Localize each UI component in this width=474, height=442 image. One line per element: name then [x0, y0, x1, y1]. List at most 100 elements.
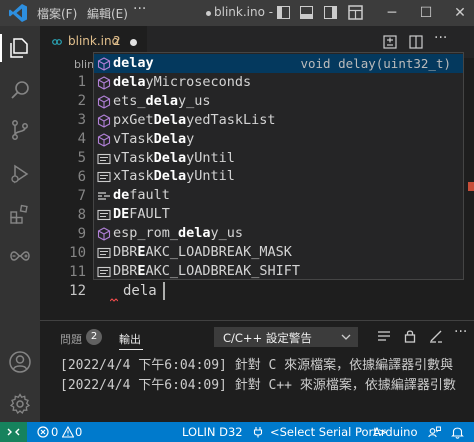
- text-keyword-icon: [97, 151, 111, 165]
- unsaved-dot-icon: [206, 11, 211, 16]
- suggestion-label: DBREAKC_LOADBREAK_MASK: [113, 244, 292, 260]
- suggestion-label: delayMicroseconds: [113, 73, 252, 90]
- suggestion-item[interactable]: default: [94, 186, 463, 205]
- account-icon[interactable]: [8, 350, 32, 374]
- method-cube-icon: [97, 56, 111, 71]
- compare-changes-icon[interactable]: [382, 34, 398, 50]
- editor-more-actions-button[interactable]: ···: [434, 30, 447, 46]
- line-number: 4: [77, 131, 86, 147]
- list-filter-icon[interactable]: [376, 328, 392, 344]
- remote-icon: [7, 428, 20, 436]
- problems-count-badge: 2: [86, 329, 102, 345]
- serial-port-selector[interactable]: <Select Serial Port>: [270, 425, 387, 439]
- feedback-icon[interactable]: [428, 426, 441, 438]
- line-number: 8: [77, 207, 86, 223]
- line-number: 11: [69, 264, 86, 280]
- active-indicator: [0, 34, 2, 62]
- line-number: 7: [77, 188, 86, 204]
- suggestion-label: DBREAKC_LOADBREAK_SHIFT: [113, 262, 300, 279]
- unsaved-changes-dot-icon[interactable]: [130, 39, 137, 46]
- text-keyword-icon: [97, 207, 111, 221]
- customize-layout-icon[interactable]: [348, 5, 363, 20]
- line-number: 6: [77, 169, 86, 185]
- method-cube-icon: [97, 226, 111, 241]
- output-channel-value: C/C++ 設定警告: [223, 331, 312, 345]
- text-keyword-icon: [97, 169, 111, 183]
- window-title: blink.ino -: [214, 5, 274, 19]
- code-current-line-text[interactable]: dela: [123, 283, 157, 299]
- method-cube-icon: [97, 94, 111, 109]
- error-icon[interactable]: [37, 426, 49, 438]
- chevron-down-icon: [341, 334, 351, 340]
- menu-more-button[interactable]: ···: [133, 1, 146, 17]
- suggestion-item[interactable]: DBREAKC_LOADBREAK_MASK: [94, 243, 463, 262]
- line-number: 2: [77, 93, 86, 109]
- window-close-button[interactable]: ✕: [450, 3, 470, 23]
- run-debug-icon[interactable]: [8, 162, 32, 186]
- explorer-files-icon[interactable]: [8, 36, 32, 60]
- warning-count[interactable]: 0: [75, 425, 82, 439]
- error-squiggle: [110, 298, 118, 302]
- suggestion-item[interactable]: delay void delay(uint32_t): [94, 54, 463, 73]
- error-count[interactable]: 0: [51, 425, 58, 439]
- title-bar: 檔案(F) 編輯(E) ··· blink.ino - ─ ☐ ✕: [0, 0, 474, 26]
- suggestion-item[interactable]: vTaskDelayUntil: [94, 149, 463, 168]
- menu-edit[interactable]: 編輯(E): [87, 5, 128, 22]
- arduino-icon[interactable]: [8, 244, 32, 268]
- text-keyword-icon: [97, 264, 111, 278]
- suggestion-label: ets_delay_us: [113, 92, 211, 109]
- output-channel-select[interactable]: C/C++ 設定警告: [214, 327, 358, 347]
- panel-tab-problems[interactable]: 問題: [60, 331, 82, 347]
- clear-output-icon[interactable]: [428, 328, 444, 344]
- vscode-logo-icon: [9, 4, 27, 22]
- suggestion-label: esp_rom_delay_us: [113, 225, 244, 242]
- suggestion-item[interactable]: esp_rom_delay_us: [94, 224, 463, 243]
- text-cursor: [163, 282, 165, 300]
- line-number: 1: [77, 74, 86, 90]
- lock-scroll-icon[interactable]: [402, 328, 418, 344]
- split-editor-icon[interactable]: [408, 34, 424, 50]
- suggestion-item[interactable]: delayMicroseconds: [94, 73, 463, 92]
- line-number: 3: [77, 112, 86, 128]
- line-number: 9: [77, 226, 86, 242]
- active-tab-underline: [119, 349, 143, 350]
- source-control-icon[interactable]: [8, 118, 32, 142]
- language-mode-selector[interactable]: Arduino: [373, 425, 418, 439]
- suggestion-label: vTaskDelay: [113, 130, 195, 147]
- status-bar: 0 0 LOLIN D32 <Select Serial Port> Ardui…: [0, 422, 474, 442]
- output-line: [2022/4/4 下午6:04:09] 針對 C 來源檔案，依據編譯器引數與: [60, 358, 454, 373]
- window-maximize-button[interactable]: ☐: [416, 3, 436, 23]
- remote-indicator-button[interactable]: [0, 422, 27, 442]
- keyword-icon: [97, 188, 111, 202]
- plug-icon[interactable]: [252, 426, 264, 438]
- window-minimize-button[interactable]: ─: [382, 3, 402, 23]
- overview-ruler-error-marker: [468, 182, 474, 191]
- suggestion-label: delay: [113, 55, 154, 71]
- suggestion-item[interactable]: DBREAKC_LOADBREAK_SHIFT: [94, 262, 463, 279]
- suggestion-item[interactable]: pxGetDelayedTaskList: [94, 111, 463, 130]
- suggestion-item[interactable]: DEFAULT: [94, 205, 463, 224]
- toggle-primary-sidebar-icon[interactable]: [277, 6, 290, 19]
- suggestion-label: default: [113, 187, 170, 204]
- extensions-icon[interactable]: [8, 202, 32, 226]
- suggestion-item[interactable]: ets_delay_us: [94, 92, 463, 111]
- toggle-panel-icon[interactable]: [300, 6, 313, 19]
- search-icon[interactable]: [8, 78, 32, 102]
- warning-icon[interactable]: [62, 426, 74, 438]
- notifications-bell-icon[interactable]: [451, 425, 464, 439]
- autocomplete-suggest-widget: delay void delay(uint32_t) delayMicrosecon…: [93, 52, 464, 280]
- board-selector[interactable]: LOLIN D32: [182, 425, 243, 439]
- toggle-secondary-sidebar-icon[interactable]: [324, 6, 337, 19]
- suggestion-item[interactable]: vTaskDelay: [94, 130, 463, 149]
- method-cube-icon: [97, 75, 111, 90]
- output-line: [2022/4/4 下午6:04:09] 針對 C++ 來源檔案，依據編譯器引數: [60, 378, 456, 393]
- suggestion-item[interactable]: xTaskDelayUntil: [94, 167, 463, 186]
- panel-more-actions-button[interactable]: ···: [454, 324, 467, 340]
- suggestion-label: xTaskDelayUntil: [113, 168, 235, 185]
- tab-problem-count: 2: [113, 34, 121, 48]
- menu-file[interactable]: 檔案(F): [37, 5, 77, 22]
- line-number: 5: [77, 150, 86, 166]
- settings-gear-icon[interactable]: [8, 392, 32, 416]
- panel-tab-output[interactable]: 輸出: [119, 331, 141, 347]
- bottom-panel: 問題 2 輸出 C/C++ 設定警告 ··· [2022/4/4 下午6:04:…: [40, 320, 474, 422]
